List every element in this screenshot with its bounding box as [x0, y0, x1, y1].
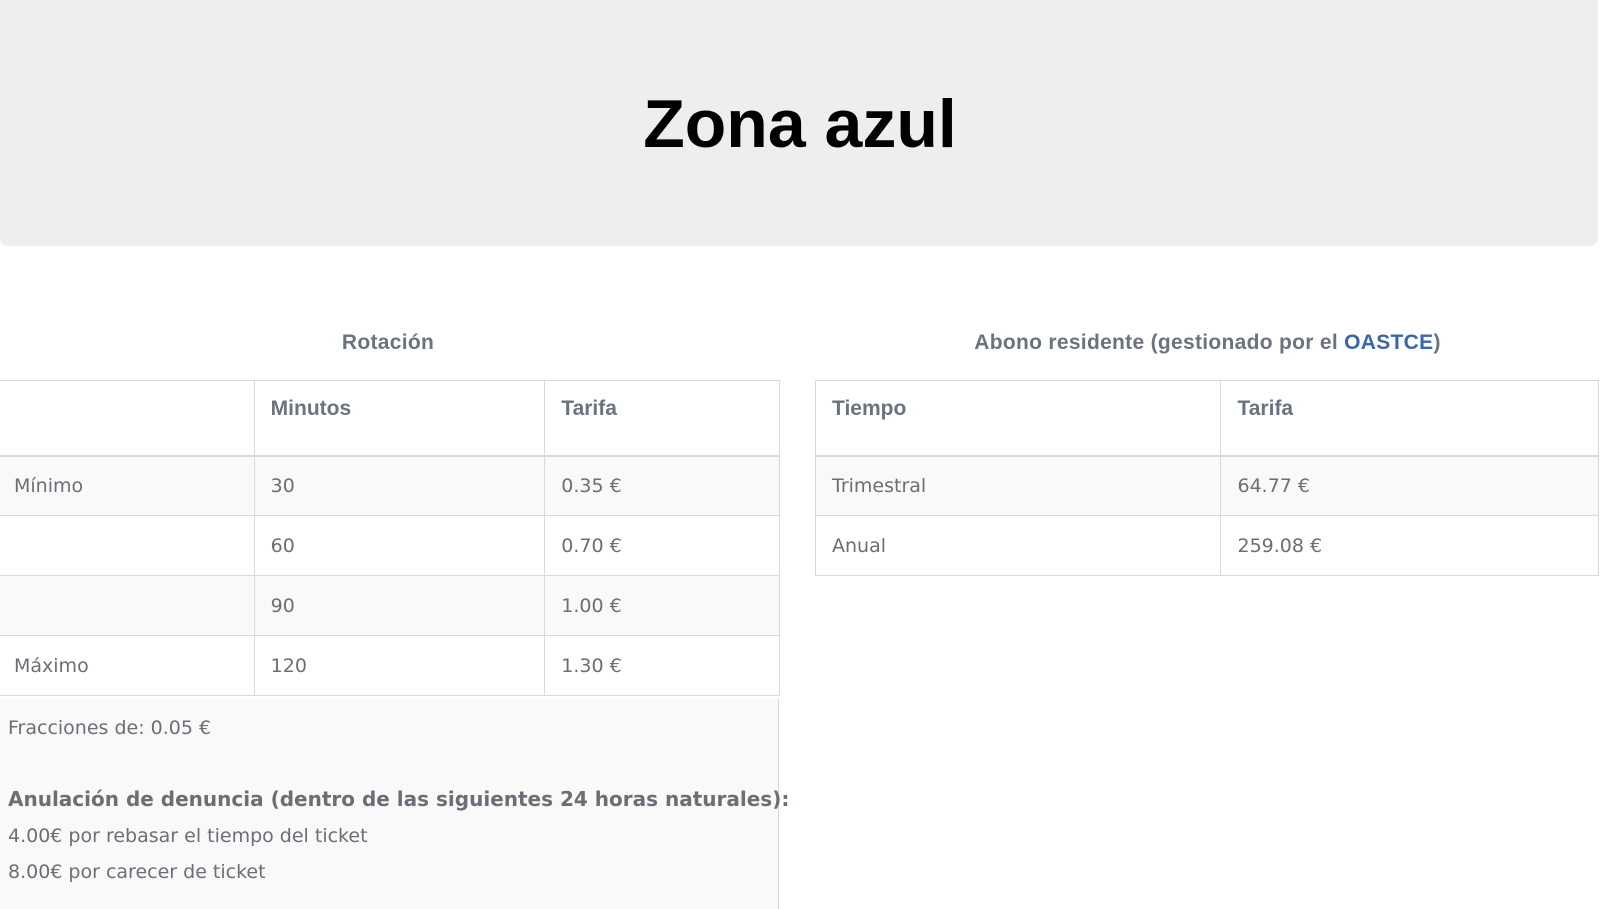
- column-header-tarifa: Tarifa: [544, 380, 780, 457]
- abono-section-title: Abono residente (gestionado por el OASTC…: [815, 330, 1600, 356]
- anulacion-item: 8.00€ por carecer de ticket: [8, 861, 266, 883]
- table-row: Anual 259.08 €: [814, 515, 1599, 576]
- row-label: [0, 575, 255, 636]
- table-row: 60 0.70 €: [0, 515, 780, 576]
- row-label: Máximo: [0, 635, 255, 696]
- table-row: Máximo 120 1.30 €: [0, 635, 780, 696]
- row-tiempo: Anual: [814, 515, 1222, 576]
- table-row: 90 1.00 €: [0, 575, 780, 636]
- rotacion-section-title: Rotación: [341, 331, 435, 354]
- row-tarifa: 0.35 €: [544, 455, 780, 516]
- row-tarifa: 259.08 €: [1220, 515, 1599, 576]
- column-header-tiempo: Tiempo: [814, 380, 1222, 457]
- row-label: Mínimo: [0, 455, 255, 516]
- row-minutos: 30: [253, 455, 546, 516]
- row-tarifa: 1.30 €: [544, 635, 780, 696]
- anulacion-item: 4.00€ por rebasar el tiempo del ticket: [8, 825, 368, 847]
- abono-table: Tiempo Tarifa Trimestral 64.77 € Anual 2…: [814, 380, 1599, 576]
- column-header-label: [0, 380, 255, 457]
- rotacion-table: Minutos Tarifa Mínimo 30 0.35 € 60 0.70 …: [0, 380, 780, 696]
- oastce-link[interactable]: OASTCE: [1344, 331, 1433, 354]
- anulacion-heading: Anulación de denuncia (dentro de las sig…: [8, 787, 790, 811]
- abono-title-suffix: ): [1433, 331, 1441, 354]
- row-tarifa: 0.70 €: [544, 515, 780, 576]
- row-tarifa: 64.77 €: [1220, 455, 1599, 516]
- column-header-minutos: Minutos: [253, 380, 546, 457]
- table-row: Trimestral 64.77 €: [814, 455, 1599, 516]
- row-tarifa: 1.00 €: [544, 575, 780, 636]
- abono-title-prefix: Abono residente (gestionado por el: [974, 331, 1345, 354]
- row-minutos: 120: [253, 635, 546, 696]
- page-title: Zona azul: [643, 86, 957, 162]
- table-header-row: Minutos Tarifa: [0, 380, 780, 457]
- row-minutos: 90: [253, 575, 546, 636]
- row-minutos: 60: [253, 515, 546, 576]
- column-header-tarifa: Tarifa: [1220, 380, 1599, 457]
- table-header-row: Tiempo Tarifa: [814, 380, 1599, 457]
- row-label: [0, 515, 255, 576]
- table-row: Mínimo 30 0.35 €: [0, 455, 780, 516]
- rotacion-notes: Fracciones de: 0.05 € Anulación de denun…: [0, 699, 789, 909]
- fracciones-text: Fracciones de: 0.05 €: [8, 717, 212, 739]
- page-header: Zona azul: [0, 0, 1598, 246]
- row-tiempo: Trimestral: [814, 455, 1222, 516]
